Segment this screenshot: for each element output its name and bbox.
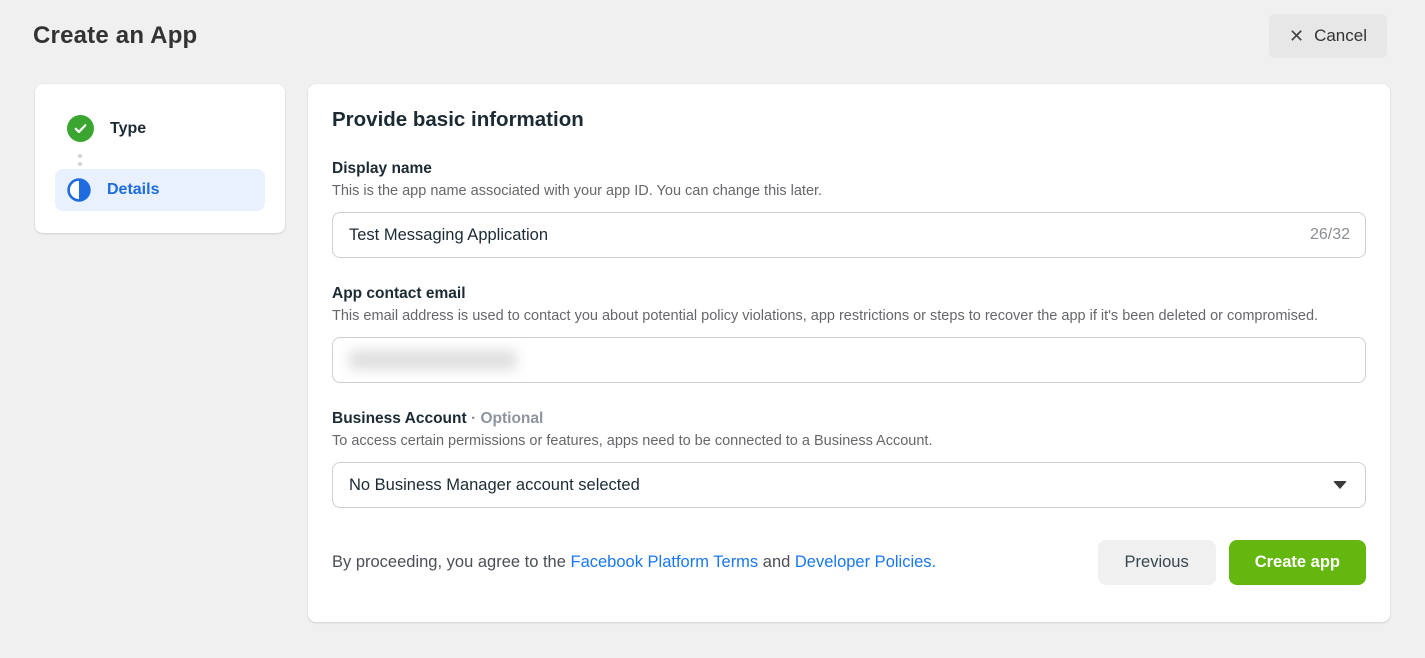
selected-business-account: No Business Manager account selected	[349, 476, 640, 495]
display-name-field-group: Display name This is the app name associ…	[332, 160, 1366, 258]
developer-policies-link[interactable]: Developer Policies.	[795, 553, 936, 571]
cancel-button-label: Cancel	[1314, 26, 1367, 46]
stepper-connector	[78, 154, 265, 166]
optional-label: Optional	[480, 410, 543, 427]
character-counter: 26/32	[1310, 226, 1350, 244]
contact-email-field-group: App contact email This email address is …	[332, 285, 1366, 383]
basic-information-form: Provide basic information Display name T…	[308, 84, 1390, 622]
terms-text: By proceeding, you agree to the Facebook…	[332, 553, 936, 572]
facebook-platform-terms-link[interactable]: Facebook Platform Terms	[571, 553, 759, 571]
contact-email-label: App contact email	[332, 285, 1366, 303]
business-account-label: Business Account · Optional	[332, 410, 1366, 428]
contact-email-helper: This email address is used to contact yo…	[332, 306, 1366, 327]
page-title: Create an App	[33, 22, 197, 50]
step-details-label: Details	[107, 181, 159, 199]
content-area: Type Details Provide basic information D…	[0, 72, 1425, 622]
label-separator: ·	[471, 410, 476, 427]
business-account-select[interactable]: No Business Manager account selected	[332, 462, 1366, 508]
business-account-helper: To access certain permissions or feature…	[332, 431, 1366, 452]
contact-email-input[interactable]	[332, 337, 1366, 383]
step-type-label: Type	[110, 120, 146, 138]
stepper-step-type[interactable]: Type	[55, 106, 265, 151]
display-name-helper: This is the app name associated with you…	[332, 181, 1366, 202]
display-name-label: Display name	[332, 160, 1366, 178]
display-name-input[interactable]	[332, 212, 1366, 258]
form-footer: By proceeding, you agree to the Facebook…	[332, 540, 1366, 585]
business-account-field-group: Business Account · Optional To access ce…	[332, 410, 1366, 508]
cancel-button[interactable]: ✕ Cancel	[1269, 14, 1387, 58]
create-app-button[interactable]: Create app	[1229, 540, 1366, 585]
redacted-email-value	[349, 350, 517, 370]
chevron-down-icon	[1333, 481, 1347, 489]
form-title: Provide basic information	[332, 108, 1366, 132]
close-icon: ✕	[1289, 27, 1304, 45]
half-filled-circle-icon	[67, 178, 91, 202]
page-header: Create an App ✕ Cancel	[0, 0, 1425, 72]
stepper-sidebar: Type Details	[35, 84, 285, 233]
stepper-step-details[interactable]: Details	[55, 169, 265, 211]
previous-button[interactable]: Previous	[1098, 540, 1216, 585]
check-circle-icon	[67, 115, 94, 142]
